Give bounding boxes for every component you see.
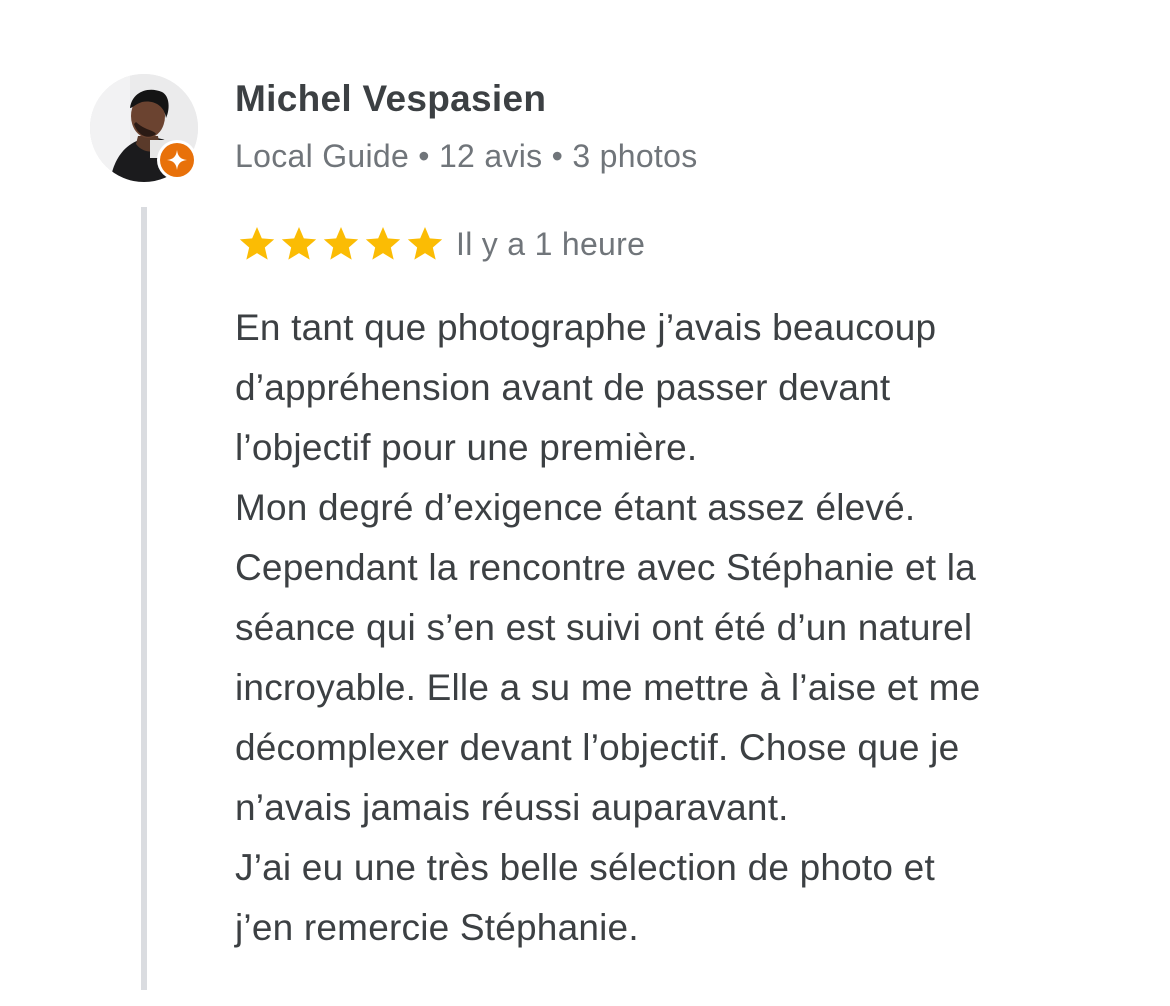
review-time: Il y a 1 heure <box>456 225 646 262</box>
review-text-line: l’objectif pour une première. <box>235 427 698 468</box>
review-text-line: décomplexer devant l’objectif. Chose que… <box>235 727 960 768</box>
reviewer-name[interactable]: Michel Vespasien <box>235 78 546 120</box>
review-text-line: En tant que photographe j’avais beaucoup <box>235 307 937 348</box>
review-text-line: n’avais jamais réussi auparavant. <box>235 787 789 828</box>
review-card: Michel Vespasien Local Guide • 12 avis •… <box>0 0 1170 1006</box>
star-icon <box>407 227 443 260</box>
review-text-line: Cependant la rencontre avec Stéphanie et… <box>235 547 976 588</box>
rating-row: Il y a 1 heure <box>236 222 645 266</box>
star-rating <box>236 224 446 264</box>
local-guide-star-icon <box>160 143 194 177</box>
reviewer-meta: Local Guide • 12 avis • 3 photos <box>235 138 698 174</box>
star-icon <box>365 227 401 260</box>
review-text-line: j’en remercie Stéphanie. <box>235 907 639 948</box>
review-text-line: J’ai eu une très belle sélection de phot… <box>235 847 935 888</box>
review-text-line: Mon degré d’exigence étant assez élevé. <box>235 487 916 528</box>
star-icon <box>281 227 317 260</box>
review-text: En tant que photographe j’avais beaucoup… <box>235 298 1135 958</box>
review-divider <box>141 207 147 990</box>
star-icon <box>323 227 359 260</box>
review-text-line: incroyable. Elle a su me mettre à l’aise… <box>235 667 981 708</box>
review-text-line: d’appréhension avant de passer devant <box>235 367 891 408</box>
review-text-line: séance qui s’en est suivi ont été d’un n… <box>235 607 973 648</box>
star-icon <box>239 227 275 260</box>
local-guide-badge <box>157 140 197 180</box>
